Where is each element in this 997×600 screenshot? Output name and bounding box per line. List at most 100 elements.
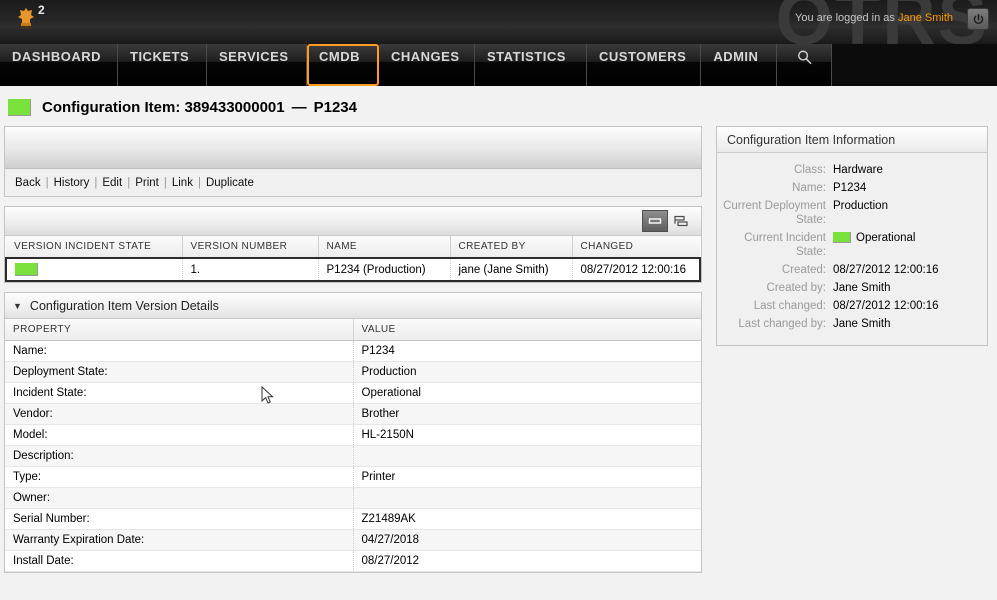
page-title: Configuration Item: 389433000001 — P1234 xyxy=(8,99,357,116)
details-header-row: PROPERTY VALUE xyxy=(5,319,701,341)
incident-state-chip-icon xyxy=(8,99,31,116)
col-version-number[interactable]: VERSION NUMBER xyxy=(182,236,319,259)
detail-value: P1234 xyxy=(353,340,701,362)
table-row: Model: HL-2150N xyxy=(5,424,701,446)
detail-value xyxy=(353,487,701,509)
detail-value: Z21489AK xyxy=(353,508,701,530)
detail-property: Description: xyxy=(5,445,354,467)
detail-value: Brother xyxy=(353,403,701,425)
versions-widget: VERSION INCIDENT STATE VERSION NUMBER NA… xyxy=(4,206,702,283)
table-row: Warranty Expiration Date: 04/27/2018 xyxy=(5,529,701,551)
sidebar-row: Class: Hardware xyxy=(717,161,979,179)
detail-value: HL-2150N xyxy=(353,424,701,446)
action-edit[interactable]: Edit xyxy=(102,177,122,189)
nav-label: CMDB xyxy=(319,49,360,64)
login-prefix-text: You are logged in as xyxy=(795,12,895,24)
sidebar-row-value: 08/27/2012 12:00:16 xyxy=(833,264,939,276)
nav-item-cmdb[interactable]: CMDB xyxy=(307,44,379,86)
nav-item-statistics[interactable]: STATISTICS xyxy=(475,44,587,86)
sidebar-row-label: Created: xyxy=(781,264,826,276)
sidebar-row-value-text: Operational xyxy=(856,232,916,244)
sidebar-row-value: Hardware xyxy=(833,164,883,176)
nav-item-search[interactable] xyxy=(777,44,833,86)
actions-widget: Back | History | Edit | Print | Link | Duplicate xyxy=(4,126,702,197)
sidebar-row: Last changed: 08/27/2012 12:00:16 xyxy=(717,297,979,315)
col-changed[interactable]: CHANGED xyxy=(572,236,700,259)
table-row: Incident State: Operational xyxy=(5,382,701,404)
detail-property: Warranty Expiration Date: xyxy=(5,529,354,551)
page-body: Configuration Item: 389433000001 — P1234… xyxy=(0,86,997,600)
nav-item-admin[interactable]: ADMIN xyxy=(701,44,778,86)
nav-label: CUSTOMERS xyxy=(599,49,687,64)
page-title-prefix: Configuration Item: xyxy=(42,99,181,116)
detail-value: Printer xyxy=(353,466,701,488)
collapse-view-button[interactable] xyxy=(642,210,668,232)
sidebar-row-value: Operational xyxy=(833,229,979,261)
action-link[interactable]: Link xyxy=(172,177,193,189)
logged-in-username[interactable]: Jane Smith xyxy=(898,12,953,24)
detail-value: 08/27/2012 xyxy=(353,550,701,572)
sidebar-body: Class: Hardware Name: P1234 Current Deployme… xyxy=(717,153,987,345)
nav-item-changes[interactable]: CHANGES xyxy=(379,44,475,86)
cell-changed: 08/27/2012 12:00:16 xyxy=(572,257,701,282)
nav-item-services[interactable]: SERVICES xyxy=(207,44,307,86)
sidebar-row: Current Incident State: Operational xyxy=(717,229,979,261)
col-created-by[interactable]: CREATED BY xyxy=(450,236,573,259)
nav-item-customers[interactable]: CUSTOMERS xyxy=(587,44,702,86)
actions-widget-topbar xyxy=(5,127,701,169)
cell-created-by: jane (Jane Smith) xyxy=(450,257,573,282)
page-title-dash: — xyxy=(291,99,307,116)
sidebar-row-value: Jane Smith xyxy=(833,318,891,330)
action-sep: | xyxy=(94,177,98,189)
logout-button[interactable] xyxy=(967,8,989,30)
sidebar-row-value: Production xyxy=(833,200,888,212)
nav-label: DASHBOARD xyxy=(12,49,101,64)
action-duplicate[interactable]: Duplicate xyxy=(206,177,254,189)
nav-label: SERVICES xyxy=(219,49,289,64)
cell-name: P1234 (Production) xyxy=(318,257,451,282)
operational-green-chip-icon xyxy=(15,263,38,276)
version-details-widget: ▼ Configuration Item Version Details PRO… xyxy=(4,292,702,573)
nav-label: ADMIN xyxy=(713,49,759,64)
action-history[interactable]: History xyxy=(54,177,90,189)
sidebar-row-label: Current Incident State: xyxy=(744,232,826,258)
col-name[interactable]: NAME xyxy=(318,236,451,259)
detail-property: Type: xyxy=(5,466,354,488)
logo-badge-count: 2 xyxy=(38,3,45,17)
action-back[interactable]: Back xyxy=(15,177,41,189)
detail-property: Vendor: xyxy=(5,403,354,425)
nav-item-tickets[interactable]: TICKETS xyxy=(118,44,207,86)
action-links-bar: Back | History | Edit | Print | Link | Duplicate xyxy=(5,169,701,196)
chess-piece-icon xyxy=(18,8,34,29)
table-row: Deployment State: Production xyxy=(5,361,701,383)
detail-property: Owner: xyxy=(5,487,354,509)
cell-version-number: 1. xyxy=(182,257,319,282)
minimize-icon xyxy=(648,218,662,224)
version-details-table: PROPERTY VALUE Name: P1234 Deployment Stat… xyxy=(5,319,701,572)
sidebar-row: Current Deployment State: Production xyxy=(717,197,979,229)
action-sep: | xyxy=(127,177,131,189)
page-title-name: P1234 xyxy=(313,99,357,116)
nav-item-dashboard[interactable]: DASHBOARD xyxy=(0,44,118,86)
version-details-body: Name: P1234 Deployment State: Production Inc… xyxy=(5,340,701,572)
login-status: You are logged in as Jane Smith xyxy=(795,12,953,24)
columns-icon xyxy=(673,215,688,226)
version-details-title: Configuration Item Version Details xyxy=(29,298,219,313)
table-row[interactable]: 1. P1234 (Production) jane (Jane Smith) … xyxy=(5,257,701,282)
col-version-incident-state[interactable]: VERSION INCIDENT STATE xyxy=(6,236,183,259)
action-sep: | xyxy=(197,177,201,189)
version-details-header[interactable]: ▼ Configuration Item Version Details xyxy=(5,293,701,319)
main-column: Back | History | Edit | Print | Link | Duplicate xyxy=(4,126,702,582)
main-navigation: DASHBOARD TICKETS SERVICES CMDB CHANGES … xyxy=(0,44,997,86)
page-title-number: 389433000001 xyxy=(184,99,285,116)
sidebar-row-label: Name: xyxy=(792,182,826,194)
expand-view-button[interactable] xyxy=(668,210,694,232)
power-icon xyxy=(973,13,983,24)
app-logo[interactable]: 2 xyxy=(10,2,70,44)
action-print[interactable]: Print xyxy=(135,177,159,189)
detail-value: Production xyxy=(353,361,701,383)
versions-header-row: VERSION INCIDENT STATE VERSION NUMBER NA… xyxy=(6,236,700,259)
action-sep: | xyxy=(45,177,49,189)
table-row: Type: Printer xyxy=(5,466,701,488)
table-row: Description: xyxy=(5,445,701,467)
